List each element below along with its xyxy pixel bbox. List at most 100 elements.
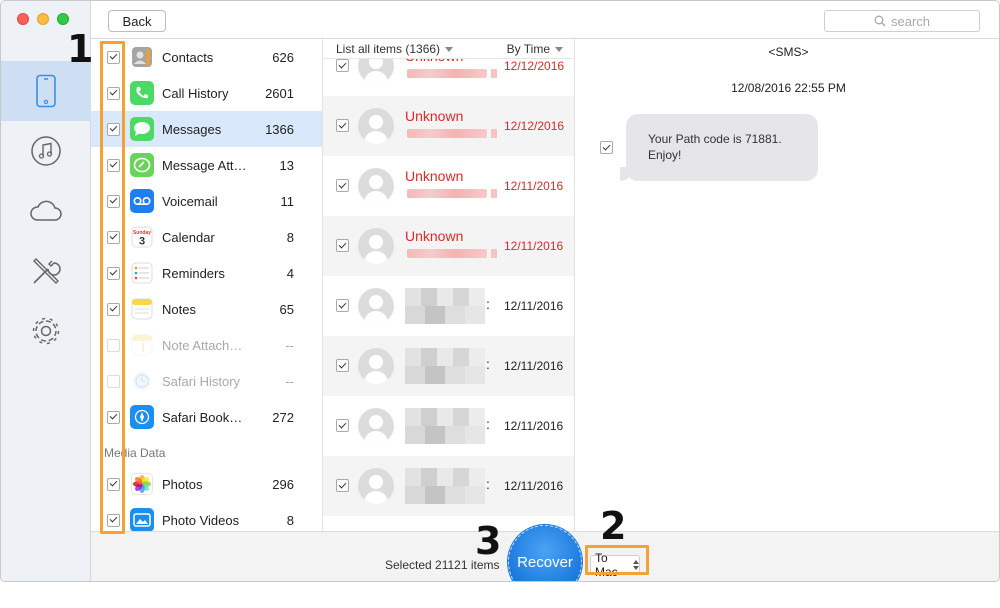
chevron-down-icon: [555, 47, 563, 53]
redacted-sender: [405, 408, 485, 444]
avatar: [358, 288, 394, 324]
message-row-checkbox[interactable]: [336, 419, 349, 432]
category-item[interactable]: Reminders 4: [91, 255, 322, 291]
category-label: Calendar: [162, 229, 215, 245]
category-item[interactable]: Messages 1366: [91, 111, 322, 147]
message-sender: Unknown: [405, 168, 464, 184]
message-row[interactable]: :12/11/2016: [323, 396, 574, 456]
annotation-box-checkboxes: [100, 41, 125, 534]
category-label: Safari Book…: [162, 409, 243, 425]
category-item[interactable]: Photos 296: [91, 466, 322, 502]
category-label: Reminders: [162, 265, 225, 281]
category-count: 296: [272, 476, 294, 492]
detail-title: <SMS>: [768, 45, 809, 59]
category-count: 272: [272, 409, 294, 425]
message-row-checkbox[interactable]: [336, 299, 349, 312]
category-list: Contacts 626 Call History 2601 Messages 1366 M…: [91, 39, 322, 531]
reminders-icon: [130, 261, 154, 285]
voicemail-icon: [130, 189, 154, 213]
rail-settings-button[interactable]: [1, 301, 91, 361]
rail-music-button[interactable]: [1, 121, 91, 181]
message-row-checkbox[interactable]: [336, 119, 349, 132]
message-list: List all items (1366) By Time Unknown 12/…: [322, 39, 575, 531]
category-item[interactable]: Contacts 626: [91, 39, 322, 75]
search-input[interactable]: search: [824, 10, 980, 32]
annotation-box-destination: [585, 545, 649, 575]
category-label: Notes: [162, 301, 196, 317]
message-row-checkbox[interactable]: [336, 359, 349, 372]
photo-videos-icon: [130, 508, 154, 531]
checkmark-icon: [338, 360, 347, 368]
music-icon: [31, 136, 61, 166]
category-label: Messages: [162, 121, 222, 137]
left-rail: [1, 1, 91, 581]
message-row[interactable]: :12/11/2016: [323, 276, 574, 336]
checkmark-icon: [338, 120, 347, 128]
category-label: Call History: [162, 85, 229, 101]
avatar: [358, 108, 394, 144]
category-item[interactable]: Message Att… 13: [91, 147, 322, 183]
category-item[interactable]: Notes 65: [91, 291, 322, 327]
app-window: Back search Contacts 626 Call History 2601 M…: [0, 0, 1000, 582]
rail-cloud-button[interactable]: [1, 181, 91, 241]
message-date: 12/11/2016: [504, 179, 564, 193]
category-label: Voicemail: [162, 193, 218, 209]
recover-button[interactable]: Recover: [508, 525, 582, 581]
message-row-checkbox[interactable]: [336, 479, 349, 492]
checkmark-icon: [338, 480, 347, 488]
avatar: [358, 408, 394, 444]
category-item[interactable]: Safari Book… 272: [91, 399, 322, 435]
category-item[interactable]: Photo Videos 8: [91, 502, 322, 531]
message-date: 12/12/2016: [504, 59, 565, 73]
category-label: Photos: [162, 476, 203, 492]
message-row[interactable]: Unknown 12/12/2016: [323, 96, 574, 156]
gear-icon: [32, 317, 60, 345]
message-bubble: Your Path code is 71881. Enjoy!: [620, 114, 818, 181]
zoom-window-button[interactable]: [57, 13, 69, 25]
phone-icon: [36, 74, 56, 108]
back-button[interactable]: Back: [108, 10, 166, 32]
redacted-preview: [407, 69, 487, 78]
message-row-checkbox[interactable]: [336, 179, 349, 192]
message-date: 12/11/2016: [504, 479, 564, 493]
redacted-preview: [407, 129, 487, 138]
category-item[interactable]: Voicemail 11: [91, 183, 322, 219]
detail-timestamp: 12/08/2016 22:55 PM: [731, 81, 846, 95]
message-checkbox[interactable]: [600, 141, 613, 154]
search-placeholder: search: [890, 13, 931, 29]
checkmark-icon: [338, 180, 347, 188]
rail-tools-button[interactable]: [1, 241, 91, 301]
avatar: [358, 348, 394, 384]
message-row-checkbox[interactable]: [336, 239, 349, 252]
category-item[interactable]: Note Attach… --: [91, 327, 322, 363]
message-row[interactable]: :12/11/2016: [323, 456, 574, 516]
message-detail: <SMS> 12/08/2016 22:55 PM Your Path code…: [576, 39, 999, 531]
message-date: 12/11/2016: [504, 419, 564, 433]
list-all-dropdown[interactable]: List all items (1366): [336, 42, 454, 56]
message-row[interactable]: :12/11/2016: [323, 336, 574, 396]
category-label: Message Att…: [162, 157, 247, 173]
message-list-header: List all items (1366) By Time: [323, 39, 574, 59]
category-item[interactable]: Safari History --: [91, 363, 322, 399]
message-row-checkbox[interactable]: [336, 59, 349, 72]
annotation-step-1: 1: [67, 27, 94, 71]
redacted-sender: [405, 468, 485, 504]
phone-call-icon: [130, 81, 154, 105]
category-count: --: [285, 373, 294, 389]
category-count: 8: [286, 229, 294, 245]
checkmark-icon: [338, 300, 347, 308]
minimize-window-button[interactable]: [37, 13, 49, 25]
close-window-button[interactable]: [17, 13, 29, 25]
cloud-icon: [30, 200, 62, 221]
safari-history-icon: [130, 369, 154, 393]
category-item[interactable]: Sunday 3 Calendar 8: [91, 219, 322, 255]
category-item[interactable]: Call History 2601: [91, 75, 322, 111]
avatar: [358, 228, 394, 264]
safari-bookmark-icon: [130, 405, 154, 429]
message-row[interactable]: Unknown 12/11/2016: [323, 156, 574, 216]
photos-icon: [130, 472, 154, 496]
message-date: 12/12/2016: [504, 119, 565, 133]
sort-by-time-dropdown[interactable]: By Time: [507, 42, 563, 56]
window-controls: [17, 13, 69, 25]
message-row[interactable]: Unknown 12/11/2016: [323, 216, 574, 276]
